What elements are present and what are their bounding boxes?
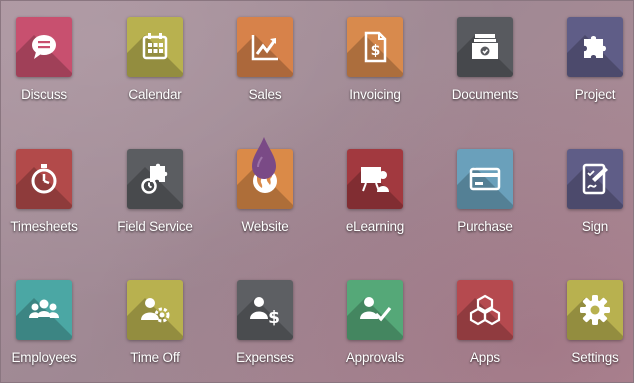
app-label: Calendar (128, 87, 182, 102)
document-inbox-icon (457, 17, 513, 77)
app-tile-project[interactable]: Project (540, 1, 633, 129)
people-icon (16, 280, 72, 340)
chat-bubble-icon (16, 17, 72, 77)
app-label: Sales (248, 87, 282, 102)
person-dollar-icon: $ (237, 280, 293, 340)
person-gear-icon (127, 280, 183, 340)
app-tile-apps[interactable]: Apps (430, 264, 540, 382)
presentation-icon (347, 149, 403, 209)
app-label: Timesheets (10, 219, 78, 234)
app-tile-expenses[interactable]: $ Expenses (210, 264, 320, 382)
app-label: Website (241, 219, 289, 234)
puzzle-icon (567, 17, 623, 77)
app-tile-calendar[interactable]: Calendar (100, 1, 210, 129)
app-label: Invoicing (349, 87, 401, 102)
app-tile-timesheets[interactable]: Timesheets (1, 133, 99, 261)
app-label: Approvals (345, 350, 405, 365)
app-label: Documents (451, 87, 519, 102)
person-check-icon (347, 280, 403, 340)
app-switcher-grid: Discuss Calendar Sales $ Invoicing Docum… (0, 0, 634, 383)
app-tile-time-off[interactable]: Time Off (100, 264, 210, 382)
svg-text:$: $ (268, 308, 280, 327)
credit-card-icon (457, 149, 513, 209)
field-service-icon (127, 149, 183, 209)
stopwatch-icon (16, 149, 72, 209)
app-tile-documents[interactable]: Documents (430, 1, 540, 129)
app-label: Purchase (457, 219, 513, 234)
app-tile-sign[interactable]: Sign (540, 133, 633, 261)
app-label: Field Service (117, 219, 193, 234)
calendar-icon (127, 17, 183, 77)
app-label: Discuss (21, 87, 67, 102)
cubes-icon (457, 280, 513, 340)
app-label: Time Off (130, 350, 180, 365)
app-tile-settings[interactable]: Settings (540, 264, 633, 382)
app-label: Sign (581, 219, 609, 234)
app-tile-sales[interactable]: Sales (210, 1, 320, 129)
app-tile-invoicing[interactable]: $ Invoicing (320, 1, 430, 129)
app-tile-employees[interactable]: Employees (1, 264, 99, 382)
app-tile-elearning[interactable]: eLearning (320, 133, 430, 261)
sign-tablet-icon (567, 149, 623, 209)
app-tile-discuss[interactable]: Discuss (1, 1, 99, 129)
app-label: eLearning (345, 219, 405, 234)
app-tile-field-service[interactable]: Field Service (100, 133, 210, 261)
app-label: Employees (11, 350, 77, 365)
invoice-dollar-icon: $ (347, 17, 403, 77)
app-tile-approvals[interactable]: Approvals (320, 264, 430, 382)
app-tile-purchase[interactable]: Purchase (430, 133, 540, 261)
svg-text:$: $ (371, 43, 381, 59)
app-label: Settings (571, 350, 619, 365)
gear-icon (567, 280, 623, 340)
trend-chart-icon (237, 17, 293, 77)
app-label: Apps (470, 350, 500, 365)
app-label: Expenses (236, 350, 294, 365)
droplet-icon (252, 137, 276, 179)
app-label: Project (574, 87, 616, 102)
